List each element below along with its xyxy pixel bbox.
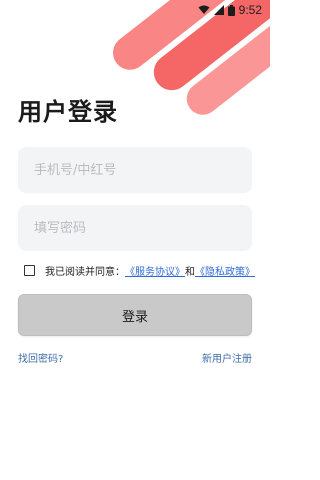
agree-checkbox[interactable] — [24, 265, 35, 276]
agreement-row: 我已阅读并同意： 《服务协议》 和 《隐私政策》 — [24, 263, 255, 278]
register-link[interactable]: 新用户注册 — [202, 350, 252, 365]
wifi-icon — [198, 5, 210, 15]
forgot-password-link[interactable]: 找回密码? — [18, 350, 63, 365]
login-button[interactable]: 登录 — [18, 294, 252, 336]
status-time: 9:52 — [238, 3, 262, 17]
agree-prefix-text: 我已阅读并同意： — [45, 267, 125, 278]
bottom-links: 找回密码? 新用户注册 — [18, 350, 252, 365]
status-bar: 9:52 — [198, 0, 270, 20]
signal-icon — [213, 5, 224, 15]
service-agreement-link[interactable]: 《服务协议》 — [125, 263, 185, 278]
page-title: 用户登录 — [18, 98, 118, 126]
password-input[interactable] — [18, 205, 252, 251]
and-text: 和 — [185, 267, 195, 278]
password-field — [18, 205, 252, 251]
battery-icon — [227, 4, 235, 16]
privacy-policy-link[interactable]: 《隐私政策》 — [195, 263, 255, 278]
phone-field — [18, 147, 252, 193]
login-panel: 用户登录 我已阅读并同意： 《服务协议》 和 《隐私政策》 登录 找回密码? 新… — [18, 92, 255, 365]
login-button-label: 登录 — [121, 309, 148, 325]
phone-input[interactable] — [18, 147, 252, 193]
